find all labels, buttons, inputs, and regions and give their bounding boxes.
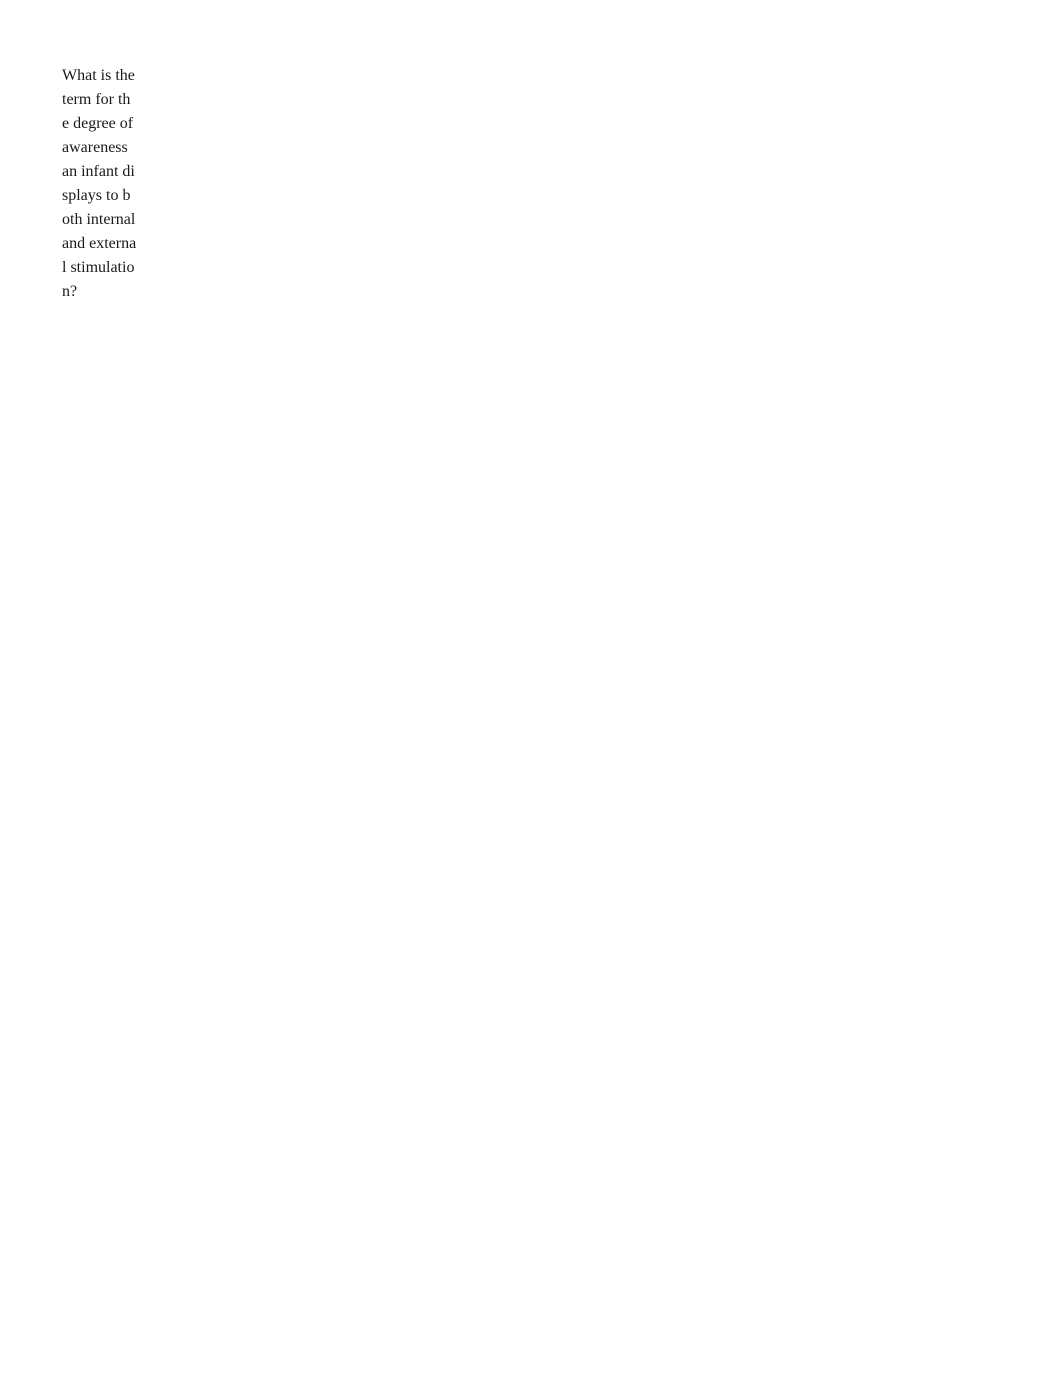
question-block: What is the term for the degree of aware… xyxy=(62,64,137,304)
question-text: What is the term for the degree of aware… xyxy=(62,67,137,300)
document-page: What is the term for the degree of aware… xyxy=(0,0,1062,1376)
